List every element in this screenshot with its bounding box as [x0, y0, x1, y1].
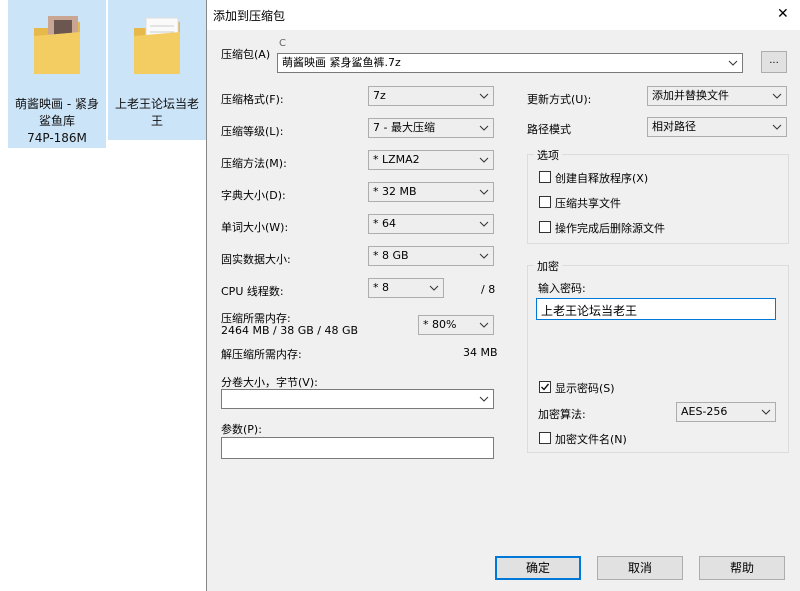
- title-bar: 添加到压缩包 ✕: [207, 0, 800, 30]
- dialog-title: 添加到压缩包: [213, 9, 286, 23]
- ok-button[interactable]: 确定: [495, 556, 581, 580]
- path-mode-value: 相对路径: [652, 120, 696, 133]
- split-combo[interactable]: [221, 389, 494, 409]
- sfx-label: 创建自释放程序(X): [555, 172, 649, 185]
- solid-label: 固实数据大小:: [221, 253, 291, 266]
- archive-label: 压缩包(A): [221, 48, 271, 61]
- split-label: 分卷大小，字节(V):: [221, 376, 318, 389]
- word-value: * 64: [373, 217, 396, 230]
- decomp-value: 34 MB: [463, 346, 498, 359]
- password-input[interactable]: 上老王论坛当老王: [536, 298, 776, 320]
- cpu-max: / 8: [481, 283, 496, 296]
- chevron-down-icon: [479, 157, 489, 163]
- level-value: 7 - 最大压缩: [373, 121, 435, 134]
- chevron-down-icon: [479, 221, 489, 227]
- cpu-select[interactable]: * 8: [368, 278, 444, 298]
- solid-value: * 8 GB: [373, 249, 409, 262]
- format-select[interactable]: 7z: [368, 86, 494, 106]
- delete-source-label: 操作完成后删除源文件: [555, 222, 665, 235]
- update-value: 添加并替换文件: [652, 89, 729, 102]
- method-value: * LZMA2: [373, 153, 420, 166]
- word-select[interactable]: * 64: [368, 214, 494, 234]
- chevron-down-icon: [479, 189, 489, 195]
- algo-value: AES-256: [681, 405, 728, 418]
- cancel-button[interactable]: 取消: [597, 556, 683, 580]
- chevron-down-icon: [479, 253, 489, 259]
- show-password-label: 显示密码(S): [555, 382, 615, 395]
- password-label: 输入密码:: [538, 282, 586, 295]
- path-mode-select[interactable]: 相对路径: [647, 117, 787, 137]
- folder-label-line3: 74P-186M: [27, 131, 87, 145]
- params-label: 参数(P):: [221, 423, 262, 436]
- update-select[interactable]: 添加并替换文件: [647, 86, 787, 106]
- shared-checkbox[interactable]: [539, 196, 551, 208]
- chevron-down-icon: [479, 125, 489, 131]
- dict-value: * 32 MB: [373, 185, 417, 198]
- encryption-title: 加密: [534, 258, 562, 274]
- desktop-folder-1[interactable]: 萌酱映画 - 紧身 鲨鱼库 74P-186M: [8, 0, 106, 148]
- algo-select[interactable]: AES-256: [676, 402, 776, 422]
- mem-value: * 80%: [423, 318, 457, 331]
- path-mode-label: 路径模式: [527, 123, 571, 136]
- word-label: 单词大小(W):: [221, 221, 289, 234]
- add-to-archive-dialog: 添加到压缩包 ✕ 压缩包(A) C 萌酱映画 紧身鲨鱼裤.7z ... 压缩格式…: [206, 0, 800, 591]
- folder-icon: [134, 17, 180, 74]
- chevron-down-icon: [761, 409, 771, 415]
- close-icon[interactable]: ✕: [777, 6, 789, 22]
- algo-label: 加密算法:: [538, 408, 586, 421]
- encrypt-names-checkbox[interactable]: [539, 432, 551, 444]
- delete-source-checkbox[interactable]: [539, 221, 551, 233]
- shared-label: 压缩共享文件: [555, 197, 621, 210]
- dict-label: 字典大小(D):: [221, 189, 286, 202]
- chevron-down-icon: [772, 124, 782, 130]
- folder-icon: [34, 16, 80, 74]
- level-label: 压缩等级(L):: [221, 125, 284, 138]
- encrypt-names-label: 加密文件名(N): [555, 433, 627, 446]
- params-input[interactable]: [221, 437, 494, 459]
- desktop-folder-2[interactable]: 上老王论坛当老 王: [108, 0, 206, 140]
- sfx-checkbox[interactable]: [539, 171, 551, 183]
- mem-select[interactable]: * 80%: [418, 315, 494, 335]
- mem-detail: 2464 MB / 38 GB / 48 GB: [221, 324, 359, 337]
- options-title: 选项: [534, 147, 562, 163]
- show-password-checkbox[interactable]: [539, 381, 551, 393]
- dict-select[interactable]: * 32 MB: [368, 182, 494, 202]
- folder-label-line2: 鲨鱼库: [38, 114, 75, 128]
- format-label: 压缩格式(F):: [221, 93, 284, 106]
- cpu-label: CPU 线程数:: [221, 285, 284, 298]
- archive-path-partial: C: [279, 38, 286, 49]
- chevron-down-icon: [728, 60, 738, 66]
- help-button[interactable]: 帮助: [699, 556, 785, 580]
- solid-select[interactable]: * 8 GB: [368, 246, 494, 266]
- chevron-down-icon: [772, 93, 782, 99]
- method-label: 压缩方法(M):: [221, 157, 287, 170]
- password-value: 上老王论坛当老王: [541, 304, 638, 318]
- folder-label-line1: 上老王论坛当老: [114, 97, 199, 111]
- chevron-down-icon: [429, 285, 439, 291]
- archive-name-value: 萌酱映画 紧身鲨鱼裤.7z: [282, 56, 401, 69]
- level-select[interactable]: 7 - 最大压缩: [368, 118, 494, 138]
- update-label: 更新方式(U):: [527, 93, 592, 106]
- cpu-value: * 8: [373, 281, 389, 294]
- chevron-down-icon: [479, 322, 489, 328]
- chevron-down-icon: [479, 396, 489, 402]
- folder-label-line1: 萌酱映画 - 紧身: [15, 97, 99, 111]
- options-group: 选项 创建自释放程序(X) 压缩共享文件 操作完成后删除源文件: [527, 147, 789, 244]
- checkmark-icon: [541, 383, 550, 391]
- format-value: 7z: [373, 89, 386, 102]
- decomp-label: 解压缩所需内存:: [221, 348, 302, 361]
- folder-label-line2: 王: [150, 114, 163, 128]
- browse-button[interactable]: ...: [761, 51, 787, 73]
- encryption-group: 加密 输入密码: 上老王论坛当老王 显示密码(S) 加密算法: AES-256 …: [527, 258, 789, 453]
- archive-name-combo[interactable]: 萌酱映画 紧身鲨鱼裤.7z: [277, 53, 743, 73]
- method-select[interactable]: * LZMA2: [368, 150, 494, 170]
- chevron-down-icon: [479, 93, 489, 99]
